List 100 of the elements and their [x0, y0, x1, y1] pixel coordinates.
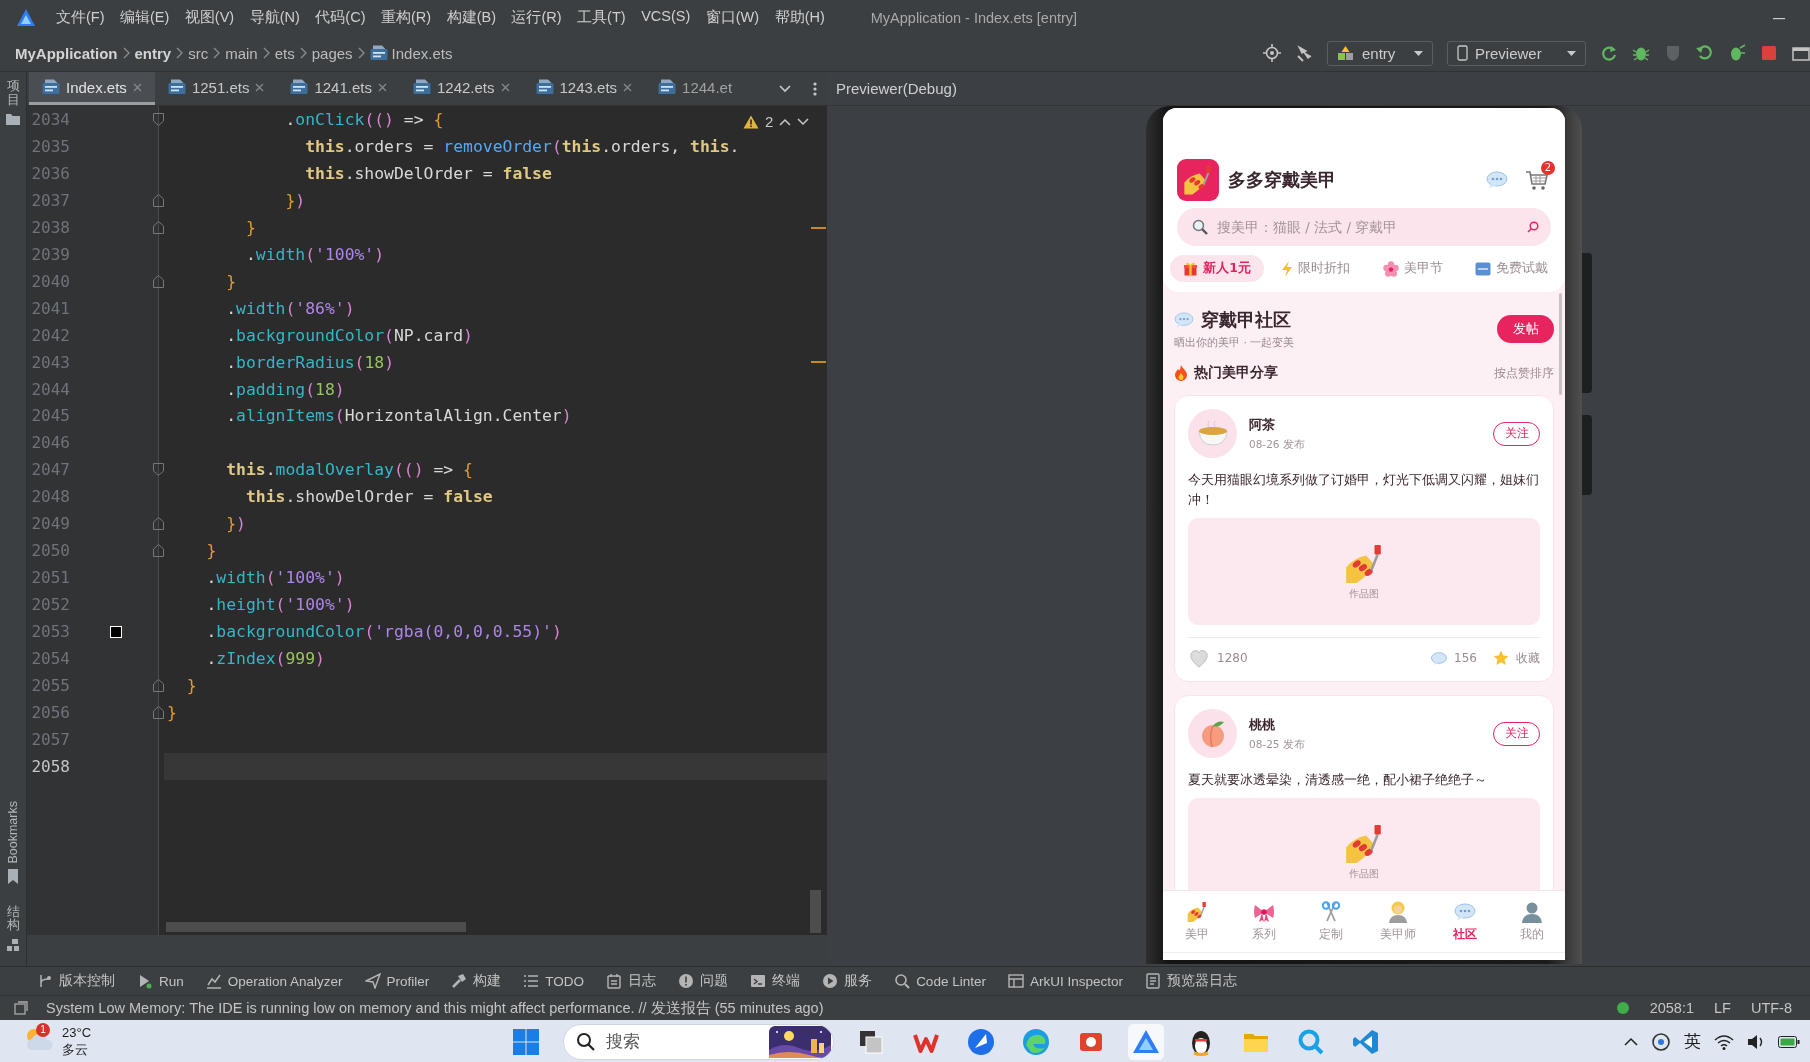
category-chip[interactable]: 美甲节 — [1366, 255, 1460, 282]
tab-bar-item[interactable]: 美甲 — [1163, 891, 1230, 952]
menu-item[interactable]: 运行(R) — [511, 8, 562, 27]
tool-window-button[interactable]: 终端 — [750, 972, 801, 990]
refresh-icon[interactable] — [1600, 44, 1618, 62]
tab-bar-item[interactable]: 社区 — [1431, 891, 1498, 952]
module-selector[interactable]: entry — [1327, 40, 1433, 66]
menu-item[interactable]: 代码(C) — [315, 8, 366, 27]
follow-button[interactable]: 关注 — [1493, 421, 1540, 446]
tool-window-button[interactable]: 服务 — [822, 972, 873, 990]
fold-icon[interactable] — [152, 112, 164, 126]
reload-icon[interactable] — [1696, 44, 1714, 62]
editor-tab[interactable]: 1243.ets — [522, 72, 646, 105]
editor-tab[interactable]: 1242.ets — [399, 72, 523, 105]
menu-item[interactable]: 构建(B) — [446, 8, 496, 27]
search-field[interactable]: 搜美甲：猫眼 / 法式 / 穿戴甲 — [1177, 208, 1551, 246]
device-selector[interactable]: Previewer — [1447, 40, 1586, 66]
file-encoding[interactable]: UTF-8 — [1750, 1000, 1792, 1016]
tool-window-button[interactable]: Code Linter — [894, 973, 986, 989]
breadcrumb-item[interactable]: entry — [134, 44, 172, 62]
tool-window-button[interactable]: Profiler — [364, 973, 430, 989]
scrollbar-thumb[interactable] — [166, 922, 466, 932]
tool-window-button[interactable]: 预览器日志 — [1144, 972, 1237, 990]
fold-icon[interactable] — [152, 517, 164, 531]
like-button[interactable]: 1280 — [1188, 648, 1248, 668]
search-input[interactable]: 搜美甲：猫眼 / 法式 / 穿戴甲 — [1217, 219, 1518, 235]
comment-button[interactable]: 156 — [1431, 651, 1477, 665]
editor-tab[interactable]: Index.ets — [29, 72, 155, 105]
folder-icon[interactable] — [6, 112, 20, 125]
category-chip[interactable]: 新人1元 — [1170, 255, 1264, 282]
scrollbar-thumb[interactable] — [1559, 293, 1562, 395]
search-field[interactable]: 搜索 — [563, 1024, 834, 1060]
breadcrumb-item[interactable]: pages — [311, 44, 353, 62]
more-icon[interactable] — [813, 81, 817, 96]
menu-item[interactable]: 文件(F) — [56, 8, 105, 27]
editor-tab[interactable]: 1244.et — [645, 72, 735, 105]
tool-window-button[interactable]: 版本控制 — [37, 972, 115, 990]
warning-count[interactable]: 2 — [765, 113, 774, 130]
tool-window-button[interactable]: TODO — [523, 973, 585, 989]
tool-window-button[interactable]: Operation Analyzer — [205, 973, 343, 989]
fold-icon[interactable] — [152, 274, 164, 288]
editor-tab[interactable]: 1251.ets — [154, 72, 278, 105]
close-icon[interactable] — [500, 82, 510, 92]
volume-icon[interactable] — [1747, 1033, 1765, 1050]
plug-icon[interactable] — [1295, 44, 1313, 62]
close-icon[interactable] — [132, 82, 142, 92]
fold-icon[interactable] — [152, 679, 164, 692]
breadcrumb-item[interactable]: Index.ets — [369, 44, 453, 62]
structure-icon[interactable] — [6, 938, 20, 952]
cart-icon[interactable] — [1525, 169, 1549, 191]
menu-item[interactable]: 视图(V) — [184, 8, 235, 27]
menu-item[interactable]: 帮助(H) — [774, 8, 825, 27]
menu-item[interactable]: 导航(N) — [249, 8, 300, 27]
status-dot-icon[interactable] — [1615, 1001, 1630, 1015]
menu-item[interactable]: VCS(S) — [641, 8, 691, 27]
fold-icon[interactable] — [152, 544, 164, 558]
tool-window-button[interactable]: 问题 — [678, 972, 729, 990]
category-chip[interactable]: 限时折扣 — [1268, 255, 1362, 282]
fold-icon[interactable] — [152, 193, 164, 207]
window-icon[interactable] — [1792, 44, 1810, 62]
tool-window-label[interactable]: 项目 — [6, 80, 20, 108]
app-logo-icon[interactable] — [15, 7, 37, 28]
tool-window-button[interactable]: 构建 — [451, 972, 502, 990]
wifi-icon[interactable] — [1714, 1033, 1734, 1050]
search-icon[interactable] — [1527, 221, 1539, 233]
fold-icon[interactable] — [152, 705, 164, 719]
tool-window-button[interactable]: Run — [137, 973, 184, 989]
bookmark-icon[interactable] — [7, 868, 19, 884]
tool-window-label[interactable]: 结构 — [6, 905, 20, 933]
chevron-down-icon[interactable] — [797, 117, 810, 126]
fold-icon[interactable] — [152, 220, 164, 234]
close-icon[interactable] — [377, 82, 387, 92]
status-message[interactable]: System Low Memory: The IDE is running low on memory and this might affect performance. // 发送报告 (55 minutes ago) — [46, 998, 824, 1018]
battery-icon[interactable] — [1778, 1035, 1800, 1048]
windows-icon[interactable] — [14, 1001, 28, 1015]
tab-bar-item[interactable]: 美甲师 — [1364, 891, 1431, 952]
warning-icon[interactable] — [743, 114, 759, 129]
editor-tab[interactable]: 1241.ets — [277, 72, 400, 105]
tool-window-button[interactable]: ArkUI Inspector — [1007, 973, 1123, 989]
menu-item[interactable]: 编辑(E) — [120, 8, 170, 27]
close-icon[interactable] — [623, 82, 633, 92]
bug-icon[interactable] — [1728, 44, 1746, 62]
locate-icon[interactable] — [1263, 44, 1281, 62]
color-swatch-icon[interactable] — [110, 625, 122, 638]
post-button[interactable]: 发帖 — [1497, 315, 1554, 343]
search-input[interactable]: 搜索 — [606, 1032, 759, 1052]
breadcrumb-item[interactable]: src — [188, 44, 209, 62]
chevron-down-icon[interactable] — [779, 84, 791, 93]
cloud-sync-icon[interactable] — [1651, 1031, 1671, 1052]
menu-item[interactable]: 窗口(W) — [705, 8, 760, 27]
category-chip[interactable]: 免费试戴 — [1464, 255, 1558, 282]
line-ending[interactable]: LF — [1714, 1000, 1731, 1016]
favorite-button[interactable]: 收藏 — [1493, 649, 1540, 667]
breadcrumb-item[interactable]: main — [225, 44, 258, 62]
follow-button[interactable]: 关注 — [1493, 721, 1540, 746]
menu-item[interactable]: 工具(T) — [577, 8, 626, 27]
menu-item[interactable]: 重构(R) — [381, 8, 432, 27]
input-method[interactable]: 英 — [1684, 1030, 1701, 1053]
chevron-up-icon[interactable] — [1624, 1037, 1638, 1046]
cursor-position[interactable]: 2058:1 — [1649, 1000, 1694, 1016]
